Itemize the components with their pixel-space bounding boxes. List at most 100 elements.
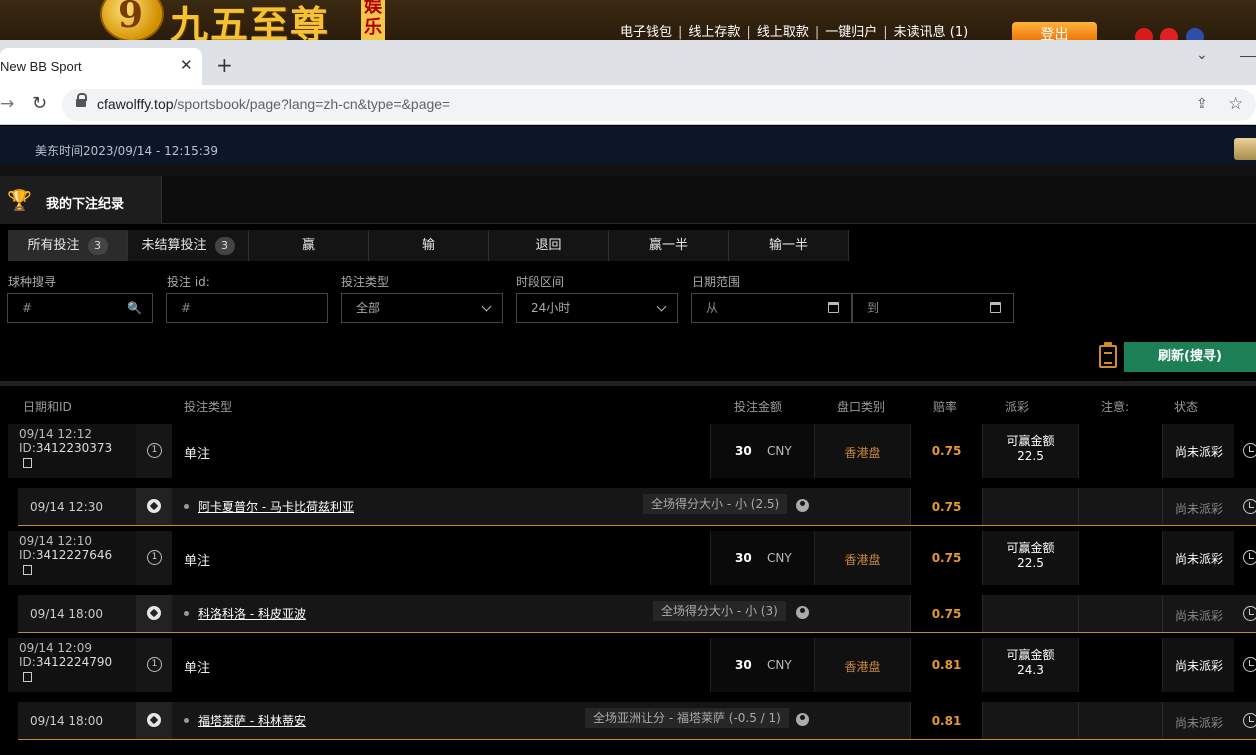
payout-label: 可赢金额 [1006, 434, 1055, 448]
side-panel-tab[interactable] [1234, 138, 1256, 160]
reload-icon[interactable]: ↻ [32, 93, 47, 114]
leg-status: 尚未派彩 [1162, 488, 1234, 525]
sport-search-input[interactable]: # 🔍 [7, 293, 153, 323]
clock-icon[interactable] [1243, 550, 1256, 565]
col-odds: 赔率 [933, 400, 958, 414]
chevron-down-icon[interactable]: ⌄ [1196, 47, 1208, 63]
date-from-input[interactable]: 从 [691, 293, 852, 323]
status: 尚未派彩 [1162, 424, 1234, 478]
table-row[interactable]: 09/14 12:10 ID:3412227646 1 单注 30 CNY 香港盘… [8, 531, 1256, 585]
clock-cell [1234, 638, 1256, 692]
calendar-icon[interactable] [990, 302, 1001, 313]
copy-icon[interactable] [23, 565, 32, 575]
payout-label: 可赢金额 [1006, 648, 1055, 662]
bullet [184, 611, 189, 616]
clock-icon[interactable] [1243, 713, 1256, 728]
tab-refund[interactable]: 退回 [489, 230, 609, 261]
link-deposit[interactable]: 线上存款 [688, 25, 740, 40]
bet-type-label: 投注类型 [341, 275, 390, 289]
logout-button[interactable]: 登出 [1012, 22, 1097, 40]
bet-type: 单注 [172, 424, 710, 478]
top-links: 电子钱包 | 线上存款 | 线上取款 | 一键归户 | 未读讯息 (1) [620, 21, 968, 40]
clock-cell [1234, 531, 1256, 585]
calendar-icon[interactable] [828, 302, 839, 313]
market-type: 香港盘 [814, 531, 910, 585]
match-link[interactable]: 福塔莱萨 - 科林蒂安 [198, 714, 306, 728]
tab-half-win[interactable]: 赢一半 [609, 230, 729, 261]
col-date-id: 日期和ID [23, 400, 72, 414]
tab-half-lose[interactable]: 输一半 [729, 230, 849, 261]
logo-badge: 9 [118, 0, 144, 36]
table-row[interactable]: 09/14 12:12 ID:3412230373 1 单注 30 CNY 香港盘… [8, 424, 1256, 478]
person-icon[interactable] [796, 606, 809, 619]
copy-icon[interactable] [23, 458, 32, 468]
bet-pick: 全场得分大小 - 小 (2.5) [643, 494, 788, 514]
flag-cn-icon[interactable] [1160, 28, 1178, 40]
tab-label: 未结算投注 [141, 238, 207, 253]
forward-icon[interactable]: → [0, 94, 14, 114]
placeholder: # [181, 301, 192, 315]
new-tab-icon[interactable]: + [216, 55, 233, 75]
refresh-search-button[interactable]: 刷新(搜寻) [1124, 342, 1256, 372]
tab-win[interactable]: 赢 [249, 230, 369, 261]
star-icon[interactable]: ☆ [1228, 94, 1243, 114]
amount-cell: 30 CNY [710, 531, 814, 585]
share-icon[interactable]: ⇪ [1196, 96, 1208, 112]
minimize-icon[interactable] [1240, 56, 1256, 57]
match-link[interactable]: 科洛科洛 - 科皮亚波 [198, 607, 306, 621]
col-note: 注意: [1101, 400, 1130, 414]
soccer-ball-icon [147, 713, 161, 727]
tab-unsettled[interactable]: 未结算投注 3 [128, 230, 249, 261]
tab-label: 所有投注 [27, 238, 80, 253]
chevron-down-icon [481, 301, 492, 312]
browser-tab[interactable]: New BB Sport ✕ [0, 48, 202, 85]
clock-icon[interactable] [1243, 499, 1256, 514]
trophy-icon: 🏆 [7, 188, 32, 212]
payout-value: 22.5 [1017, 449, 1044, 463]
tab-title: New BB Sport [0, 59, 82, 74]
table-row[interactable]: 09/14 12:09 ID:3412224790 1 单注 30 CNY 香港盘… [8, 638, 1256, 692]
bullet [184, 504, 189, 509]
search-icon[interactable]: 🔍 [127, 294, 142, 322]
time-bar: 美东时间2023/09/14 - 12:15:39 [0, 126, 1256, 164]
close-icon[interactable]: ✕ [180, 56, 193, 74]
date-id-cell: 09/14 12:09 ID:3412224790 [8, 638, 136, 692]
bet-pick: 全场得分大小 - 小 (3) [653, 601, 786, 621]
payout-cell: 可赢金额 22.5 [982, 424, 1078, 478]
market-type: 香港盘 [814, 424, 910, 478]
link-withdraw[interactable]: 线上取款 [757, 25, 809, 40]
separator: | [814, 25, 820, 40]
clock-icon[interactable] [1243, 443, 1256, 458]
date-id-cell: 09/14 12:10 ID:3412227646 [8, 531, 136, 585]
period-select[interactable]: 24小时 [516, 293, 678, 323]
currency: CNY [767, 551, 792, 565]
clock-icon[interactable] [1243, 606, 1256, 621]
leg-count-cell: 1 [136, 424, 172, 478]
link-messages[interactable]: 未读讯息 (1) [894, 25, 969, 40]
person-icon[interactable] [796, 713, 809, 726]
amount-cell: 30 CNY [710, 638, 814, 692]
date-to-input[interactable]: 到 [852, 293, 1014, 323]
payout-cell: 可赢金额 22.5 [982, 531, 1078, 585]
lock-icon[interactable] [76, 93, 87, 107]
copy-icon[interactable] [23, 672, 32, 682]
flag-en-icon[interactable] [1186, 28, 1204, 40]
date-id-cell: 09/14 12:12 ID:3412230373 [8, 424, 136, 478]
link-consolidate[interactable]: 一键归户 [825, 25, 877, 40]
col-amount: 投注金额 [734, 400, 783, 414]
count-badge: 3 [214, 237, 235, 255]
tab-lose[interactable]: 输 [369, 230, 489, 261]
flag-hk-icon[interactable] [1135, 28, 1153, 40]
page-title: 我的下注纪录 [46, 197, 125, 212]
link-wallet[interactable]: 电子钱包 [620, 25, 672, 40]
clipboard-icon[interactable] [1099, 342, 1117, 368]
person-icon[interactable] [796, 499, 809, 512]
bet-id-input[interactable]: # [166, 293, 328, 323]
tab-all-bets[interactable]: 所有投注 3 [8, 230, 128, 261]
sport-cell [136, 488, 172, 525]
leg-count-cell: 1 [136, 531, 172, 585]
clock-icon[interactable] [1243, 657, 1256, 672]
match-link[interactable]: 阿卡夏普尔 - 马卡比荷兹利亚 [198, 500, 354, 514]
bet-type-select[interactable]: 全部 [341, 293, 503, 323]
url-input[interactable]: cfawolffy.top/sportsbook/page?lang=zh-cn… [62, 89, 1256, 121]
